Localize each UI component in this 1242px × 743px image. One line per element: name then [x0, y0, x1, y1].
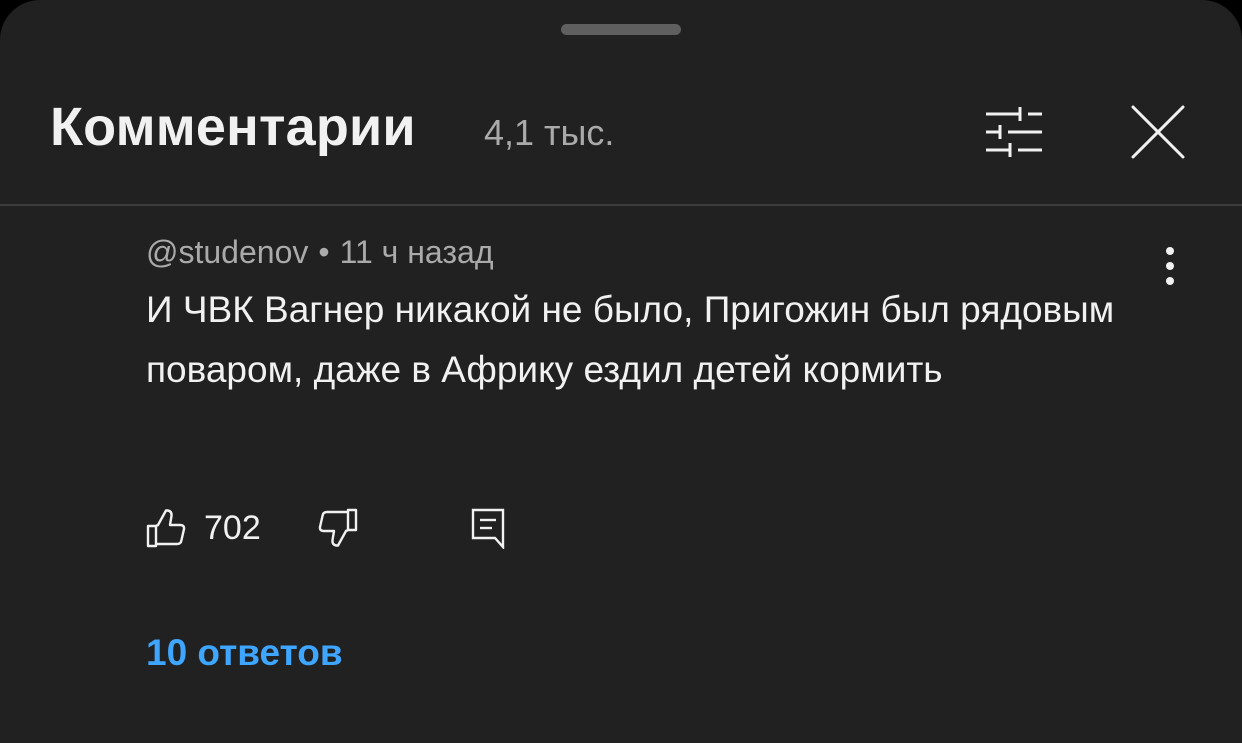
close-icon — [1131, 105, 1185, 159]
reply-button[interactable] — [464, 504, 512, 552]
view-replies-button[interactable]: 10 ответов — [146, 632, 343, 674]
comment-text: И ЧВК Вагнер никакой не было, Пригожин б… — [146, 289, 1115, 390]
comment-author[interactable]: @studenov — [146, 234, 308, 270]
like-button[interactable]: 702 — [146, 504, 261, 552]
comments-count: 4,1 тыс. — [484, 112, 615, 153]
more-vertical-icon — [1166, 247, 1174, 285]
reply-comment-icon — [471, 508, 505, 549]
comments-sheet: Комментарии 4,1 тыс. @studenov • 11 ч на… — [0, 0, 1242, 743]
comment-more-button[interactable] — [1146, 242, 1194, 290]
thumbs-up-icon — [146, 509, 186, 548]
meta-separator: • — [318, 234, 330, 270]
comment-time: 11 ч назад — [339, 234, 494, 270]
thumbs-down-icon — [318, 508, 358, 547]
comment-item: @studenov • 11 ч назад И ЧВК Вагнер никако… — [0, 206, 1242, 743]
like-count: 702 — [204, 508, 261, 547]
close-button[interactable] — [1116, 90, 1200, 174]
sort-filter-button[interactable] — [972, 90, 1056, 174]
comments-header: Комментарии 4,1 тыс. — [0, 60, 1242, 204]
dislike-button[interactable] — [314, 504, 362, 552]
comment-meta: @studenov • 11 ч назад — [146, 234, 493, 271]
page-title: Комментарии — [50, 97, 416, 157]
sliders-icon — [986, 107, 1042, 157]
drag-handle[interactable] — [561, 24, 681, 35]
